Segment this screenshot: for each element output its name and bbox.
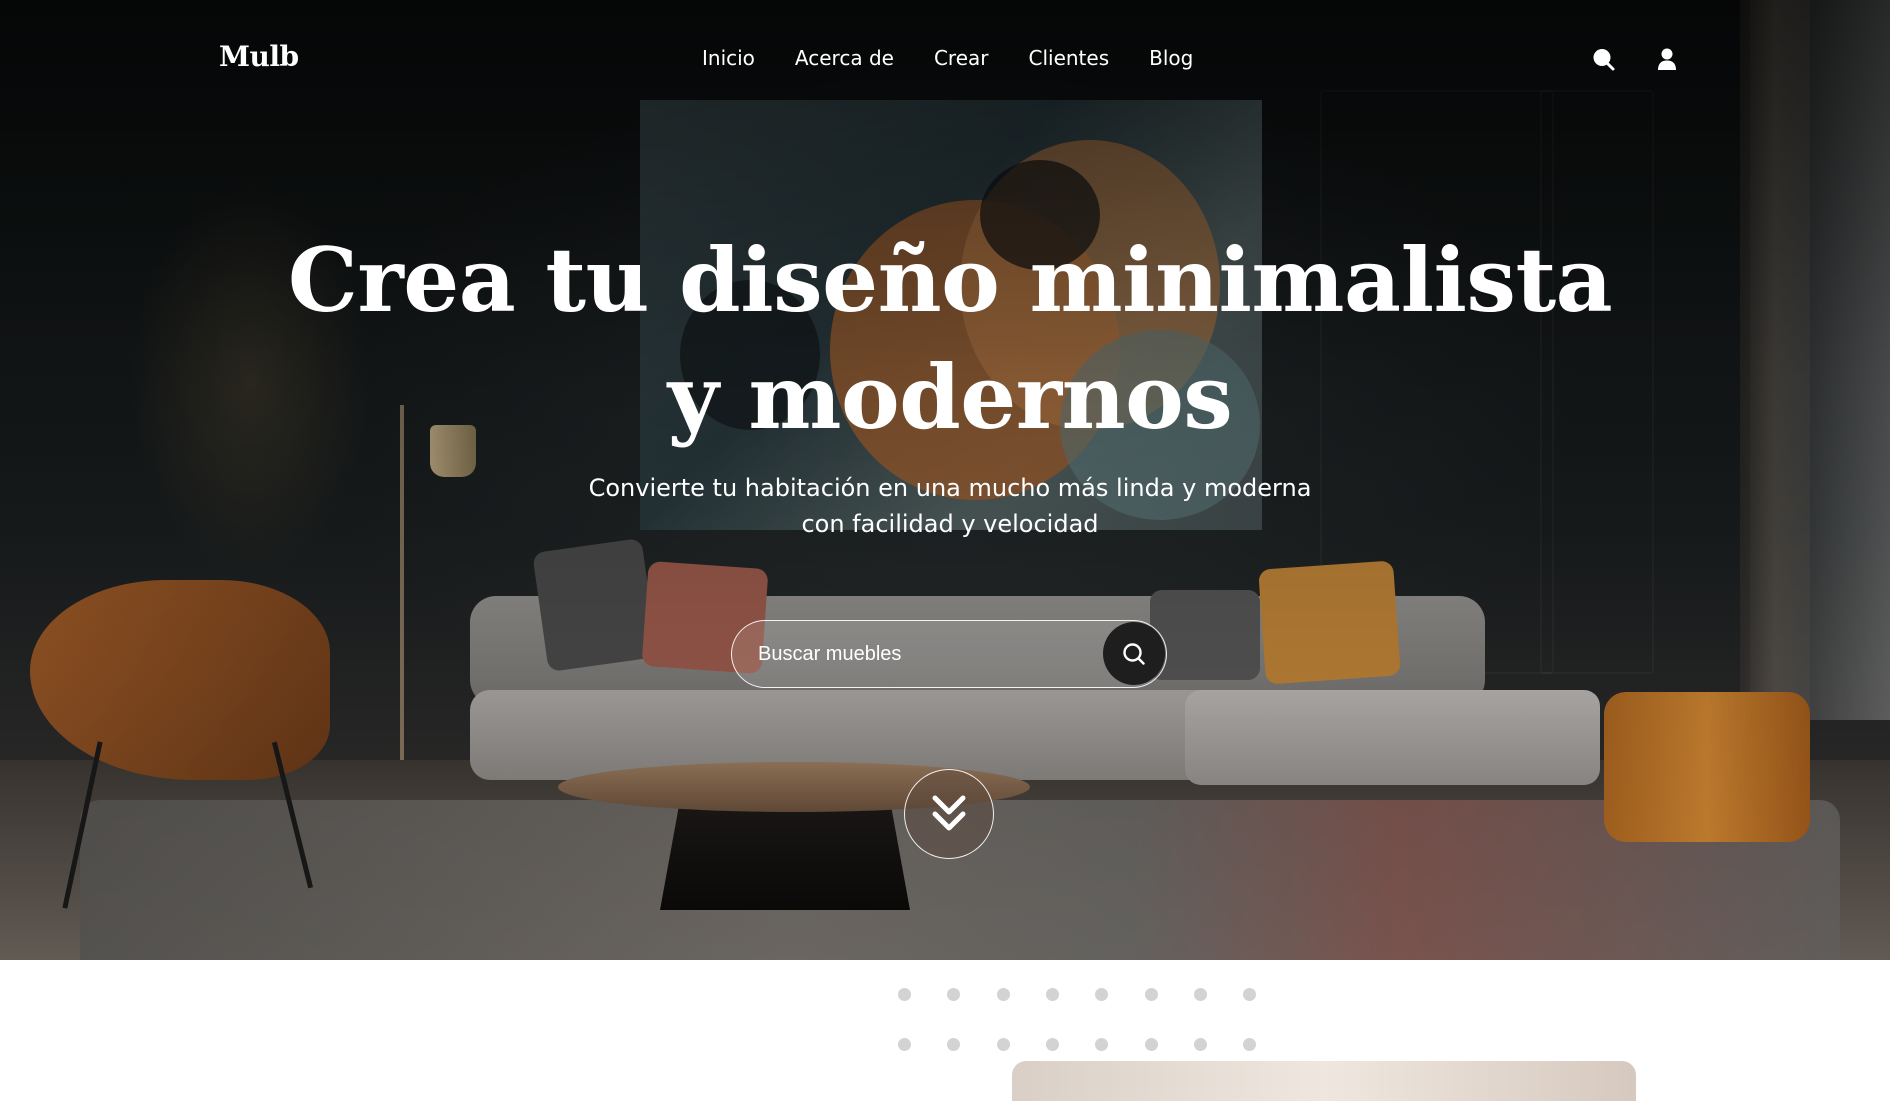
logo[interactable]: Mulb (219, 40, 299, 73)
search-button[interactable] (1103, 622, 1165, 685)
nav-link-acerca-de[interactable]: Acerca de (795, 46, 894, 70)
decorative-dot (1144, 1038, 1158, 1051)
hero-subtitle: Convierte tu habitación en una mucho más… (560, 470, 1340, 542)
search-icon (1123, 642, 1145, 665)
decorative-dot (1045, 988, 1059, 1001)
search-input[interactable] (756, 621, 1080, 688)
hero-search-bar (731, 620, 1167, 688)
decorative-dot (898, 1038, 911, 1051)
decorative-dot (1045, 1038, 1059, 1051)
nav-link-clientes[interactable]: Clientes (1028, 46, 1109, 70)
decorative-dot (996, 1038, 1010, 1051)
decorative-dot (996, 988, 1010, 1001)
search-icon[interactable] (1590, 46, 1616, 72)
hero-subtitle-line-1: Convierte tu habitación en una mucho más… (588, 474, 1312, 502)
nav-link-inicio[interactable]: Inicio (702, 46, 755, 70)
hero-subtitle-line-2: con facilidad y velocidad (801, 510, 1099, 538)
decorative-dot (1095, 988, 1109, 1001)
nav-link-crear[interactable]: Crear (934, 46, 989, 70)
preview-card-image (1012, 1061, 1636, 1101)
decorative-dot (1243, 1038, 1257, 1051)
scroll-down-button[interactable] (904, 769, 994, 859)
user-icon[interactable] (1654, 46, 1680, 72)
hero-headline: Crea tu diseño minimalista y modernos (287, 228, 1613, 449)
main-nav: Inicio Acerca de Crear Clientes Blog (702, 46, 1193, 70)
decorative-dot (898, 988, 911, 1001)
decorative-dot (947, 988, 961, 1001)
decorative-dot (1095, 1038, 1109, 1051)
decorative-dot (947, 1038, 961, 1051)
decorative-dot (1193, 988, 1207, 1001)
decorative-dot (1243, 988, 1257, 1001)
double-chevron-down-icon (932, 795, 966, 831)
decorative-dot (1193, 1038, 1207, 1051)
decorative-dots-grid (898, 988, 1264, 1051)
decorative-dot (1144, 988, 1158, 1001)
nav-link-blog[interactable]: Blog (1149, 46, 1193, 70)
